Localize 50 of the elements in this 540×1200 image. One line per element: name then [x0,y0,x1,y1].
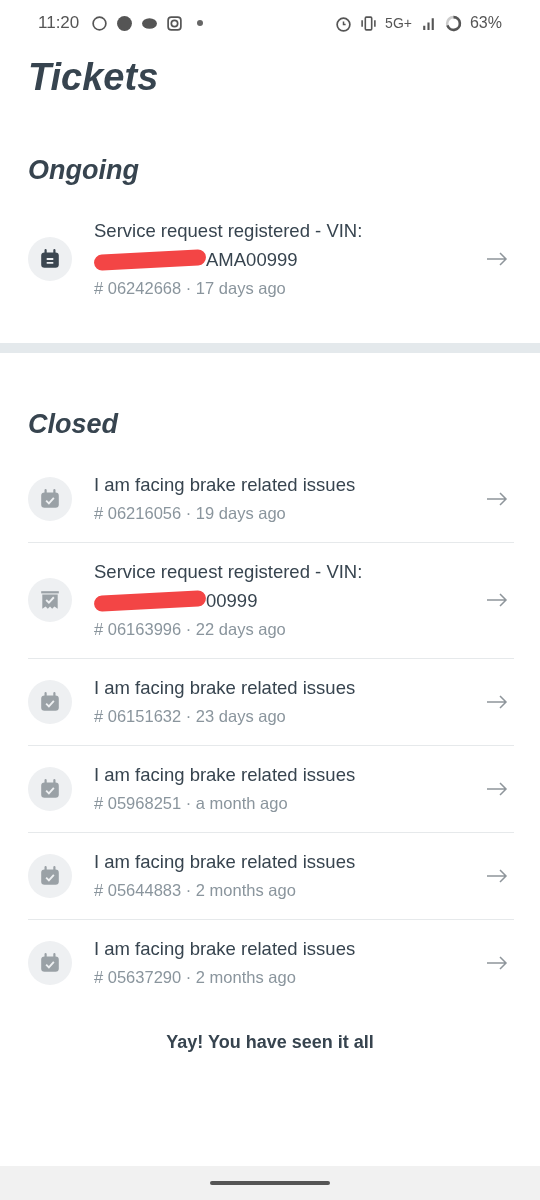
calendar-check-icon [39,777,61,800]
end-message: Yay! You have seen it all [165,1032,375,1053]
section-heading: Closed [28,409,120,440]
arrow-right-icon [486,491,508,506]
calendar-check-icon [39,864,61,887]
ticket-meta: # 06216056 · 19 days ago [94,503,287,524]
ticket-row[interactable]: I am facing brake related issues # 05644883 · 2 months ago [28,833,514,920]
battery-percent: 63% [469,14,502,32]
ticket-title: I am facing brake related issues [94,937,357,961]
ticket-row[interactable]: I am facing brake related issues # 06151632 · 23 days ago [28,659,514,746]
battery-ring-icon [444,14,462,32]
arrow-right-icon [486,955,508,970]
calendar-check-icon [39,690,61,713]
calendar-check-icon [39,951,61,974]
ticket-title: I am facing brake related issues [94,676,357,700]
dot-icon [197,20,204,26]
alarm-icon [335,14,353,32]
section-heading: Ongoing [28,155,140,186]
ticket-row[interactable]: I am facing brake related issues # 06216056 · 19 days ago [28,456,514,543]
page-title: Tickets [28,56,160,99]
home-handle[interactable] [210,1181,330,1185]
ticket-meta: # 05644883 · 2 months ago [94,880,297,901]
vin-text: AMA00999 [206,248,298,271]
status-time: 11:20 [38,13,80,33]
camera-icon [166,14,184,32]
ticket-meta: # 06242668 · 17 days ago [94,278,287,299]
ticket-meta: # 06151632 · 23 days ago [94,706,287,727]
ticket-row[interactable]: Service request registered - VIN: AMA00999 # 06242668 · 17 days ago [28,202,514,317]
receipt-check-icon [39,589,61,611]
arrow-right-icon [486,868,508,883]
arrow-right-icon [486,694,508,709]
ticket-meta: # 05637290 · 2 months ago [94,967,297,988]
ticket-meta: # 06163996 · 22 days ago [94,619,287,640]
ticket-title: Service request registered - VIN: [94,560,364,584]
ticket-title: I am facing brake related issues [94,473,357,497]
ticket-meta: # 05968251 · a month ago [94,793,289,814]
arrow-right-icon [486,252,508,266]
ticket-title: I am facing brake related issues [94,763,357,787]
ticket-title: Service request registered - VIN: [94,219,364,243]
vin-text: 00999 [206,589,258,612]
vibrate-icon [360,14,378,32]
ticket-row[interactable]: I am facing brake related issues # 05637290 · 2 months ago [28,920,514,1006]
ticket-title: I am facing brake related issues [94,850,357,874]
ticket-row[interactable]: Service request registered - VIN: 00999 # 06163996 · 22 days ago [28,543,514,659]
calendar-check-icon [39,487,61,510]
calendar-icon [39,248,61,270]
arrow-right-icon [486,593,508,607]
ticket-row[interactable]: I am facing brake related issues # 05968251 · a month ago [28,746,514,833]
network-label: 5G+ [385,15,412,31]
arrow-right-icon [486,781,508,796]
